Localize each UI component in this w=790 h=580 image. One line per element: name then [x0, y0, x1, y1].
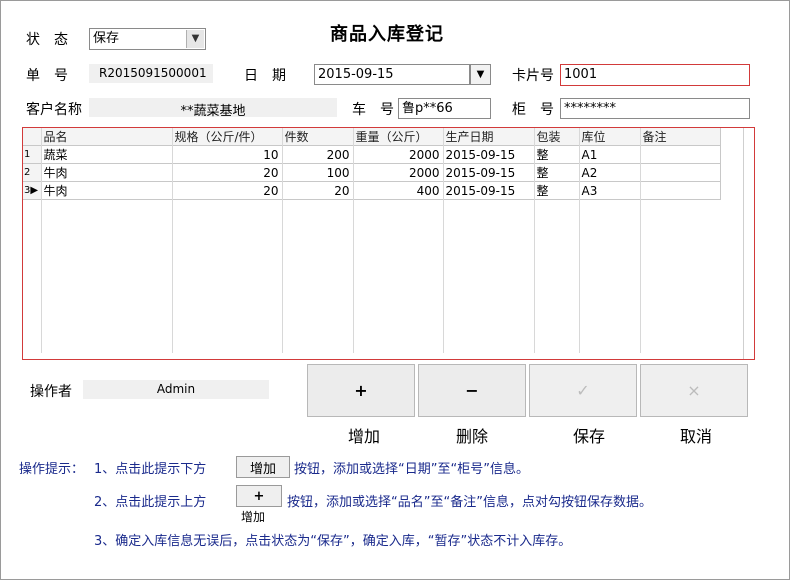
vehicle-label: 车 号: [352, 102, 394, 118]
delete-button[interactable]: −: [418, 364, 526, 417]
cell-location[interactable]: A1: [579, 145, 641, 164]
cell-spec[interactable]: 20: [172, 181, 283, 200]
page-title: 商品入库登记: [330, 24, 444, 45]
plus-icon: +: [354, 381, 368, 400]
items-table: 品名 规格（公斤/件） 件数 重量（公斤） 生产日期 包装 库位 备注 1 蔬菜…: [23, 128, 721, 200]
cell-name[interactable]: 蔬菜: [41, 145, 173, 164]
column-divider: [534, 128, 535, 353]
column-divider: [443, 128, 444, 353]
cancel-button[interactable]: ×: [640, 364, 748, 417]
grid-scrollbar[interactable]: [743, 128, 744, 359]
cell-note[interactable]: [640, 145, 721, 164]
add-button-label: 增加: [347, 427, 380, 446]
minus-icon: −: [465, 381, 479, 400]
cell-spec[interactable]: 20: [172, 163, 283, 182]
cell-count[interactable]: 100: [282, 163, 354, 182]
hint-line1-a: 1、点击此提示下方: [94, 462, 207, 477]
cell-date[interactable]: 2015-09-15: [443, 163, 535, 182]
cabinet-label: 柜 号: [512, 102, 554, 118]
chevron-down-icon: ▼: [476, 68, 485, 80]
cell-pack[interactable]: 整: [534, 163, 580, 182]
column-header[interactable]: 品名: [41, 128, 173, 146]
column-header[interactable]: 重量（公斤）: [353, 128, 444, 146]
cabinet-number-field[interactable]: ********: [560, 98, 750, 119]
cell-note[interactable]: [640, 163, 721, 182]
hint-plus-caption: 增加: [241, 510, 266, 524]
plus-icon: +: [253, 488, 265, 504]
column-divider: [172, 128, 173, 353]
cell-date[interactable]: 2015-09-15: [443, 181, 535, 200]
cell-count[interactable]: 20: [282, 181, 354, 200]
cell-count[interactable]: 200: [282, 145, 354, 164]
order-label: 单 号: [26, 68, 68, 84]
cell-pack[interactable]: 整: [534, 145, 580, 164]
hint-prefix: 操作提示：: [19, 462, 85, 477]
vehicle-number-field[interactable]: 鲁p**66: [398, 98, 491, 119]
save-button-label: 保存: [572, 427, 605, 446]
card-number-field[interactable]: 1001: [560, 64, 750, 86]
row-number: 2: [23, 163, 42, 182]
operator-label: 操作者: [30, 384, 72, 400]
cell-location[interactable]: A3: [579, 181, 641, 200]
close-icon: ×: [687, 381, 701, 400]
cell-pack[interactable]: 整: [534, 181, 580, 200]
cell-name[interactable]: 牛肉: [41, 163, 173, 182]
column-divider: [353, 128, 354, 353]
hint-plus-button[interactable]: +: [236, 485, 282, 507]
items-grid[interactable]: 品名 规格（公斤/件） 件数 重量（公斤） 生产日期 包装 库位 备注 1 蔬菜…: [22, 127, 755, 360]
column-header[interactable]: 生产日期: [443, 128, 535, 146]
hint-add-button[interactable]: 增加: [236, 456, 290, 478]
hint-line2-a: 2、点击此提示上方: [94, 495, 207, 510]
chevron-down-icon[interactable]: ▼: [186, 30, 204, 48]
column-header[interactable]: 规格（公斤/件）: [172, 128, 283, 146]
cell-name[interactable]: 牛肉: [41, 181, 173, 200]
customer-label: 客户名称: [26, 102, 82, 118]
column-header[interactable]: 库位: [579, 128, 641, 146]
delete-button-label: 删除: [455, 427, 488, 446]
table-row-selected[interactable]: 3▶ 牛肉 20 20 400 2015-09-15 整 A3: [23, 181, 721, 200]
check-icon: ✓: [576, 381, 590, 400]
column-divider: [282, 128, 283, 353]
column-header[interactable]: 备注: [640, 128, 721, 146]
cell-weight[interactable]: 2000: [353, 145, 444, 164]
row-number: 1: [23, 145, 42, 164]
row-number: 3▶: [23, 181, 42, 200]
date-dropdown-button[interactable]: ▼: [470, 64, 491, 85]
cell-date[interactable]: 2015-09-15: [443, 145, 535, 164]
card-label: 卡片号: [512, 68, 554, 84]
cell-weight[interactable]: 400: [353, 181, 444, 200]
hint-line3: 3、确定入库信息无误后，点击状态为“保存”，确定入库，“暂存”状态不计入库存。: [94, 534, 572, 549]
status-value: 保存: [93, 31, 120, 46]
cell-weight[interactable]: 2000: [353, 163, 444, 182]
cell-location[interactable]: A2: [579, 163, 641, 182]
table-row[interactable]: 1 蔬菜 10 200 2000 2015-09-15 整 A1: [23, 145, 721, 164]
column-header[interactable]: 件数: [282, 128, 354, 146]
customer-name-field: **蔬菜基地: [89, 98, 337, 117]
status-select[interactable]: 保存 ▼: [89, 28, 206, 50]
date-field[interactable]: 2015-09-15: [314, 64, 470, 85]
row-header-corner: [23, 128, 42, 146]
hint-line2-b: 按钮，添加或选择“品名”至“备注”信息，点对勾按钮保存数据。: [287, 495, 652, 510]
date-label: 日 期: [244, 68, 286, 84]
table-header-row: 品名 规格（公斤/件） 件数 重量（公斤） 生产日期 包装 库位 备注: [23, 128, 721, 146]
hint-line1-b: 按钮，添加或选择“日期”至“柜号”信息。: [294, 462, 529, 477]
table-row[interactable]: 2 牛肉 20 100 2000 2015-09-15 整 A2: [23, 163, 721, 182]
status-label: 状 态: [26, 32, 68, 48]
column-header[interactable]: 包装: [534, 128, 580, 146]
add-button[interactable]: +: [307, 364, 415, 417]
row-pointer-icon: ▶: [30, 185, 39, 196]
order-number-field: R2015091500001: [89, 64, 213, 83]
save-button[interactable]: ✓: [529, 364, 637, 417]
column-divider: [41, 128, 42, 353]
cell-note[interactable]: [640, 181, 721, 200]
column-divider: [640, 128, 641, 353]
cell-spec[interactable]: 10: [172, 145, 283, 164]
cancel-button-label: 取消: [679, 427, 712, 446]
column-divider: [579, 128, 580, 353]
operator-field: Admin: [83, 380, 269, 399]
